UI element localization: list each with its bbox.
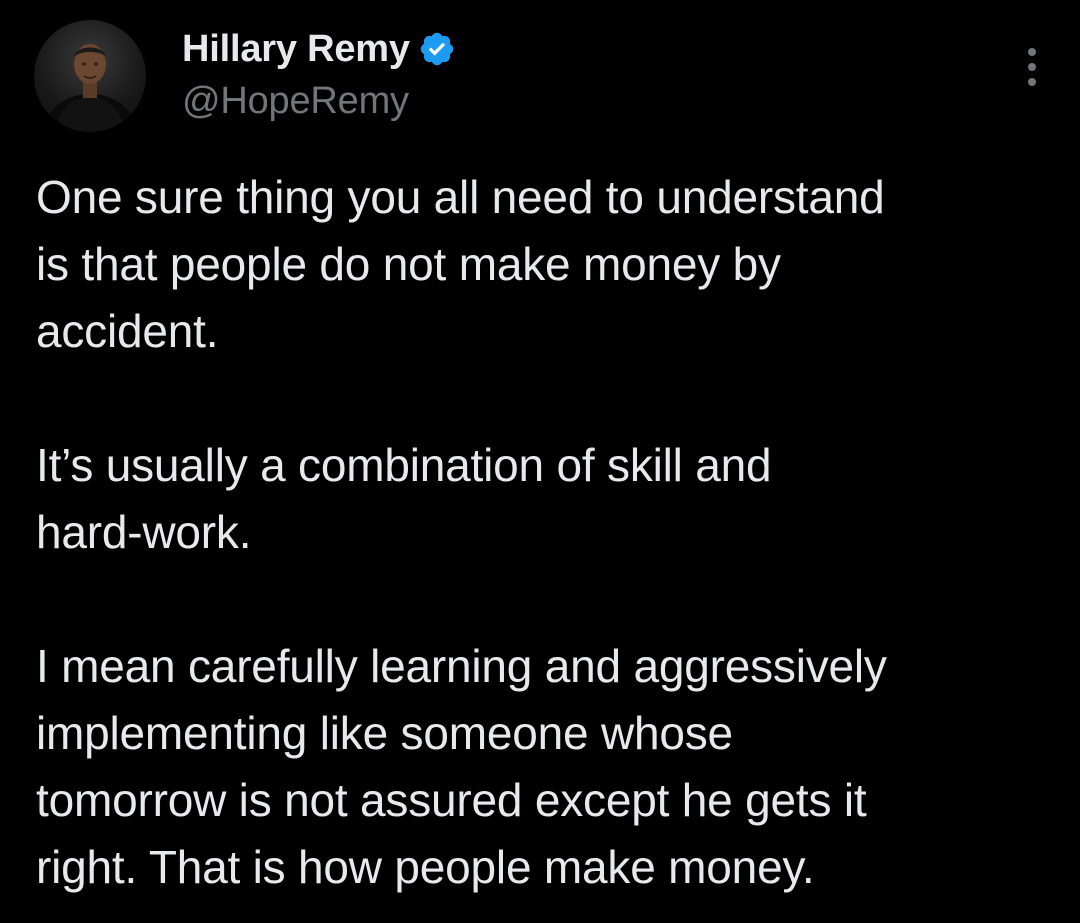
tweet-paragraph: I mean carefully learning and aggressive… (36, 633, 1046, 901)
more-dot (1028, 78, 1036, 86)
tweet-text: One sure thing you all need to understan… (36, 164, 1046, 901)
author-info: Hillary Remy @HopeRemy (182, 24, 456, 123)
author-display-name[interactable]: Hillary Remy (182, 28, 410, 71)
tweet-paragraph: It’s usually a combination of skill and … (36, 432, 1046, 566)
tweet-line: One sure thing you all need to understan… (36, 171, 885, 223)
tweet-line: hard-work. (36, 506, 252, 558)
tweet-line: is that people do not make money by (36, 238, 781, 290)
more-options-icon[interactable] (1018, 44, 1046, 108)
avatar[interactable] (34, 20, 146, 132)
tweet-line: implementing like someone whose (36, 707, 733, 759)
tweet-card: Hillary Remy @HopeRemy One sure thing yo… (0, 0, 1080, 923)
name-row: Hillary Remy (182, 24, 456, 74)
author-handle[interactable]: @HopeRemy (182, 80, 456, 123)
avatar-photo-icon (44, 44, 136, 132)
tweet-line: right. That is how people make money. (36, 841, 815, 893)
tweet-paragraph: One sure thing you all need to understan… (36, 164, 1046, 365)
more-dot (1028, 63, 1036, 71)
more-dot (1028, 48, 1036, 56)
tweet-line: accident. (36, 305, 219, 357)
verified-badge-icon[interactable] (418, 30, 456, 68)
tweet-header: Hillary Remy @HopeRemy (34, 20, 1046, 136)
tweet-line: tomorrow is not assured except he gets i… (36, 774, 867, 826)
tweet-line: I mean carefully learning and aggressive… (36, 640, 887, 692)
tweet-line: It’s usually a combination of skill and (36, 439, 772, 491)
